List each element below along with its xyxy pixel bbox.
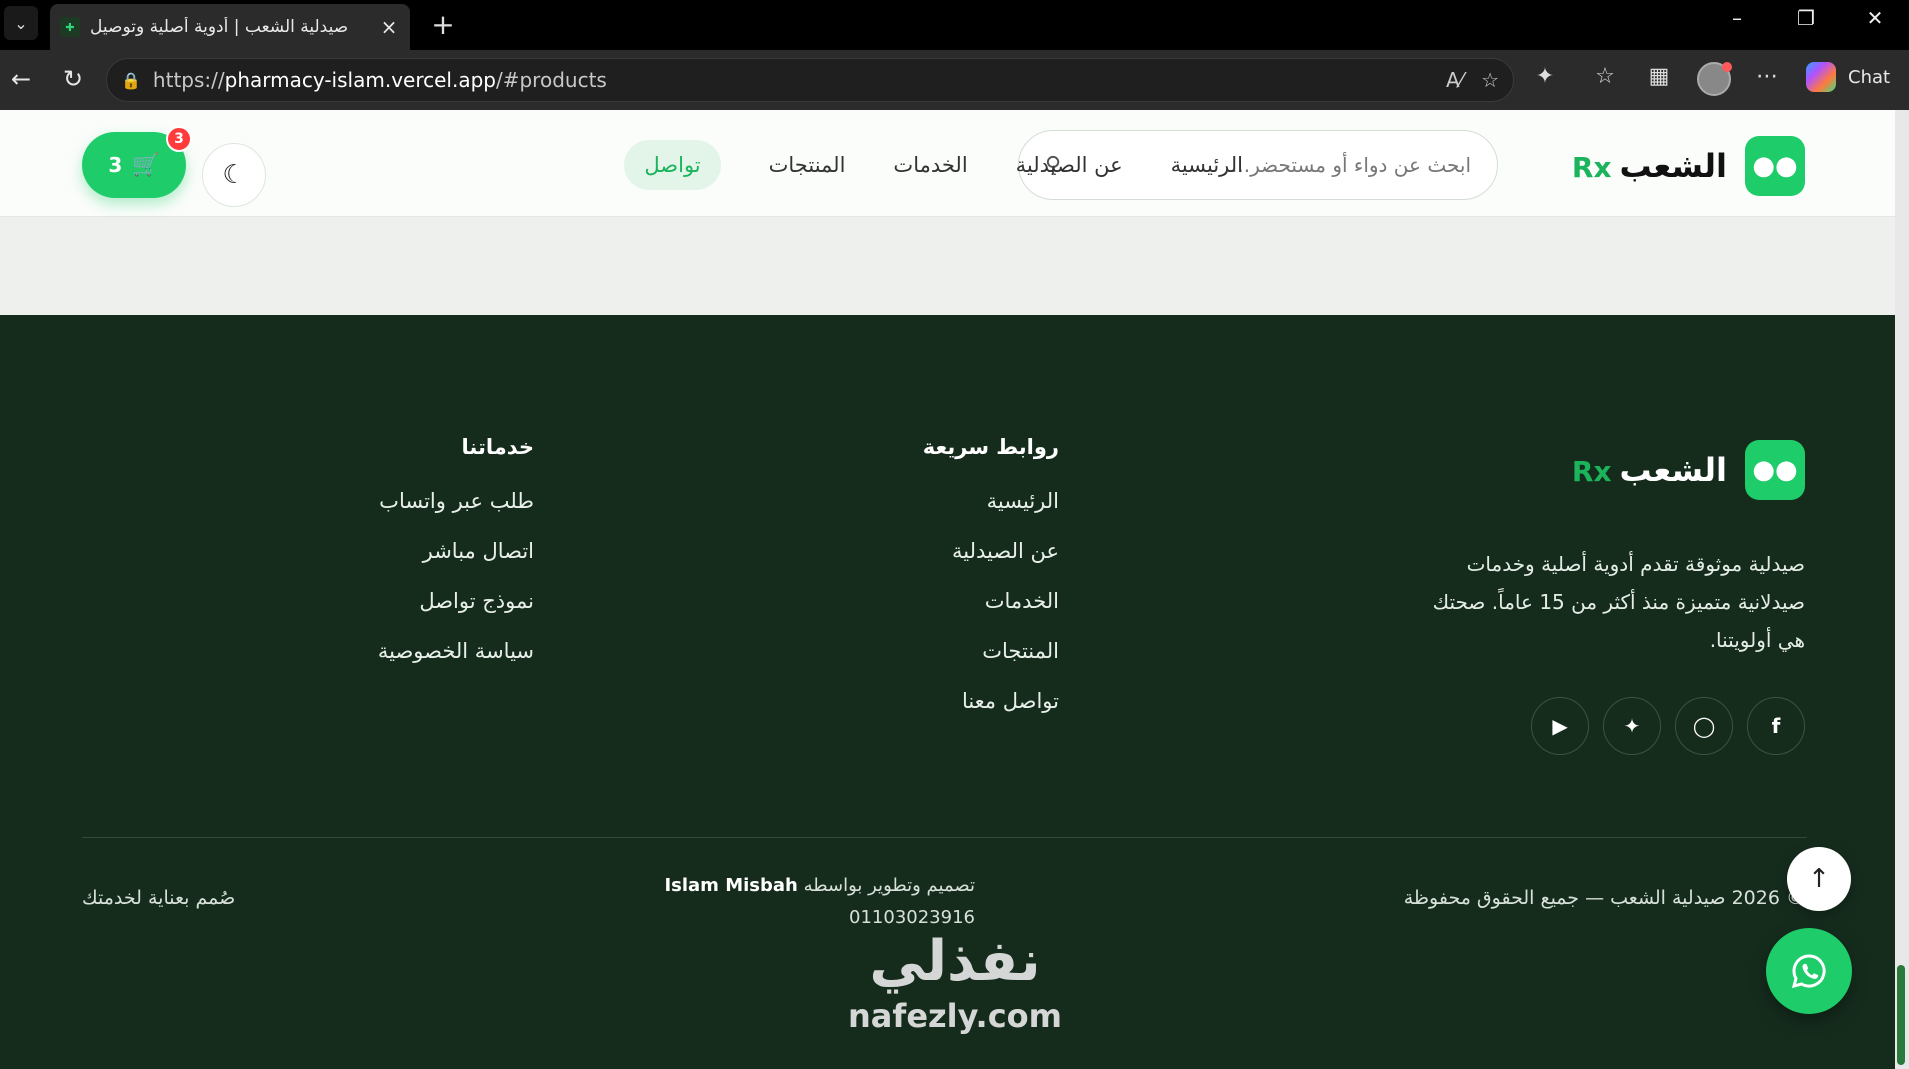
footer-tagline: صُمم بعناية لخدمتك xyxy=(82,887,236,909)
chat-label: Chat xyxy=(1848,66,1891,88)
footer-brand-name-text: الشعب xyxy=(1619,451,1727,489)
url-host: pharmacy-islam.vercel.app xyxy=(224,68,496,92)
scroll-to-top-arrow-icon[interactable]: ↑ xyxy=(1787,847,1851,911)
copilot-chat-button[interactable]: Chat xyxy=(1806,62,1890,92)
quick-links-column: روابط سريعة الرئيسية عن الصيدلية الخدمات… xyxy=(923,435,1059,739)
copyright: © 2026 صيدلية الشعب — جميع الحقوق محفوظة xyxy=(1403,887,1805,909)
brand-rx: Rx xyxy=(1571,151,1612,184)
footer-link-home[interactable]: الرئيسية xyxy=(923,489,1059,539)
footer-link-contact-form[interactable]: نموذج تواصل xyxy=(378,589,534,639)
scrollbar-thumb[interactable] xyxy=(1897,965,1905,1065)
pills-icon: ●● xyxy=(1745,136,1805,196)
nav-products[interactable]: المنتجات xyxy=(769,140,846,190)
developer-name[interactable]: Islam Misbah xyxy=(664,875,797,896)
cart-badge: 3 xyxy=(166,126,192,152)
window-close-icon[interactable]: ✕ xyxy=(1855,6,1895,30)
facebook-icon[interactable]: f xyxy=(1747,697,1805,755)
footer-link-about[interactable]: عن الصيدلية xyxy=(923,539,1059,589)
browser-tab-active[interactable]: ✚ صيدلية الشعب | أدوية أصلية وتوصيل × xyxy=(50,4,410,50)
tab-list-chevron-icon[interactable]: ⌄ xyxy=(4,6,38,40)
restore-icon[interactable]: ❐ xyxy=(1786,6,1826,30)
tab-favicon-icon: ✚ xyxy=(60,17,80,37)
site-footer: ●● الشعبRx صيدلية موثوقة تقدم أدوية أصلي… xyxy=(0,315,1895,1069)
address-toolbar: ← ↻ 🔒 https://pharmacy-islam.vercel.app/… xyxy=(0,50,1909,110)
whatsapp-icon xyxy=(1791,954,1826,989)
main-nav: الرئيسية عن الصيدلية الخدمات المنتجات تو… xyxy=(624,140,1243,190)
url-path: /#products xyxy=(495,68,607,92)
read-aloud-icon[interactable]: A⁄ xyxy=(1446,68,1463,92)
favorites-list-icon[interactable]: ☆ xyxy=(1588,64,1622,89)
cart-icon: 🛒 xyxy=(132,152,160,178)
tab-title: صيدلية الشعب | أدوية أصلية وتوصيل xyxy=(90,17,349,37)
url-text[interactable]: https://pharmacy-islam.vercel.app/#produ… xyxy=(153,68,1428,92)
extensions-puzzle-icon[interactable]: ✦ xyxy=(1528,64,1562,89)
watermark-arabic: نفذلي xyxy=(869,929,1041,994)
tab-close-icon[interactable]: × xyxy=(378,15,400,39)
dark-mode-moon-icon[interactable]: ☾ xyxy=(202,143,266,207)
page-viewport: ●● الشعبRx ابحث عن دواء أو مستحضر... ⚲ ا… xyxy=(0,110,1895,1069)
footer-link-direct-call[interactable]: اتصال مباشر xyxy=(378,539,534,589)
footer-brand-rx: Rx xyxy=(1571,455,1612,488)
url-bar[interactable]: 🔒 https://pharmacy-islam.vercel.app/#pro… xyxy=(106,58,1514,102)
footer-link-contact[interactable]: تواصل معنا xyxy=(923,689,1059,739)
browser-tab-strip: ⌄ ✚ صيدلية الشعب | أدوية أصلية وتوصيل × … xyxy=(0,0,1909,50)
more-menu-icon[interactable]: ⋯ xyxy=(1750,64,1784,89)
profile-notification-dot xyxy=(1722,62,1732,72)
services-column: خدماتنا طلب عبر واتساب اتصال مباشر نموذج… xyxy=(378,435,534,689)
site-info-lock-icon[interactable]: 🔒 xyxy=(121,71,141,90)
reload-icon[interactable]: ↻ xyxy=(56,62,90,96)
page-scrollbar[interactable] xyxy=(1895,110,1909,1069)
site-header: ●● الشعبRx ابحث عن دواء أو مستحضر... ⚲ ا… xyxy=(0,110,1895,217)
brand-name: الشعبRx xyxy=(1572,147,1727,185)
nav-home[interactable]: الرئيسية xyxy=(1171,140,1243,190)
instagram-icon[interactable]: ◯ xyxy=(1675,697,1733,755)
url-scheme: https:// xyxy=(152,68,225,92)
developer-credit: Islam Misbah تصميم وتطوير بواسطه 0110302… xyxy=(620,870,975,934)
new-tab-plus-icon[interactable]: + xyxy=(426,8,460,41)
developer-text: تصميم وتطوير بواسطه xyxy=(803,875,975,896)
nafezly-watermark: نفذلي nafezly.com xyxy=(845,927,1065,1067)
footer-brand-name: الشعبRx xyxy=(1572,451,1727,489)
whatsapp-button[interactable] xyxy=(1766,928,1852,1014)
watermark-latin: nafezly.com xyxy=(848,997,1062,1035)
footer-link-services[interactable]: الخدمات xyxy=(923,589,1059,639)
collections-icon[interactable]: ▦ xyxy=(1642,64,1676,89)
services-title: خدماتنا xyxy=(461,435,535,459)
brand-name-text: الشعب xyxy=(1619,147,1727,185)
quick-links-title: روابط سريعة xyxy=(922,435,1059,459)
copilot-icon xyxy=(1806,62,1836,92)
footer-description: صيدلية موثوقة تقدم أدوية أصلية وخدمات صي… xyxy=(1432,552,1805,652)
pills-icon: ●● xyxy=(1745,440,1805,500)
nav-services[interactable]: الخدمات xyxy=(893,140,967,190)
cart-count: 3 xyxy=(108,153,123,177)
footer-link-privacy[interactable]: سياسة الخصوصية xyxy=(378,639,534,689)
nav-about[interactable]: عن الصيدلية xyxy=(1016,140,1123,190)
footer-link-products[interactable]: المنتجات xyxy=(923,639,1059,689)
favorite-star-icon[interactable]: ☆ xyxy=(1481,68,1499,92)
header-logo[interactable]: ●● الشعبRx xyxy=(1572,136,1805,196)
developer-line: Islam Misbah تصميم وتطوير بواسطه xyxy=(620,870,975,902)
footer-divider xyxy=(82,837,1807,838)
back-arrow-icon[interactable]: ← xyxy=(4,62,38,96)
nav-contact[interactable]: تواصل xyxy=(624,140,721,190)
youtube-icon[interactable]: ▶ xyxy=(1531,697,1589,755)
minimize-icon[interactable]: – xyxy=(1717,6,1757,30)
twitter-icon[interactable]: ✦ xyxy=(1603,697,1661,755)
social-links: f ◯ ✦ ▶ xyxy=(1517,697,1805,755)
footer-logo[interactable]: ●● الشعبRx xyxy=(1572,440,1805,500)
footer-link-whatsapp-order[interactable]: طلب عبر واتساب xyxy=(378,489,534,539)
